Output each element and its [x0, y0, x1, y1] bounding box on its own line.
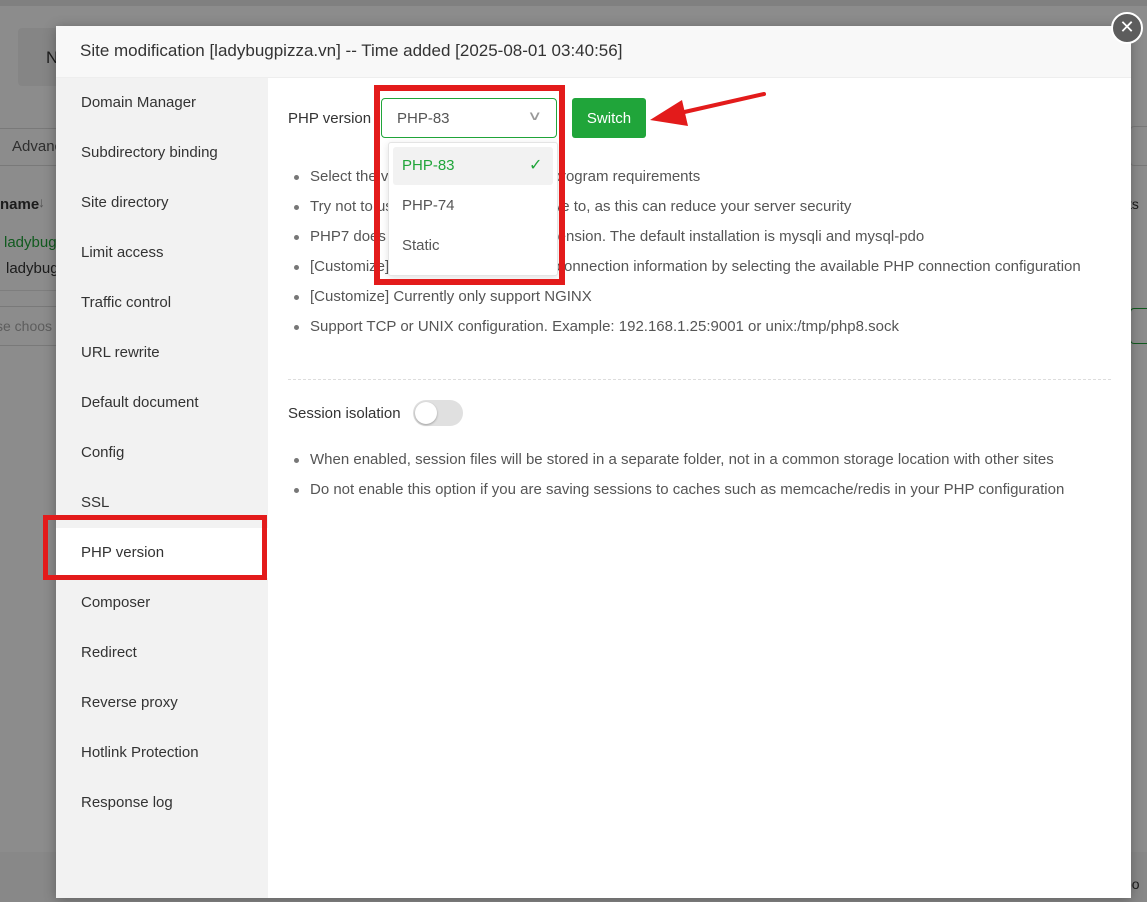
modal-title: Site modification [ladybugpizza.vn] -- T…	[80, 41, 623, 60]
sidebar-item-url-rewrite[interactable]: URL rewrite	[56, 328, 268, 378]
list-item: Do not enable this option if you are sav…	[288, 475, 1111, 505]
sidebar-item-composer[interactable]: Composer	[56, 578, 268, 628]
session-isolation-label: Session isolation	[288, 405, 401, 422]
session-isolation-toggle[interactable]	[413, 400, 463, 426]
list-item: When enabled, session files will be stor…	[288, 445, 1111, 475]
toggle-knob	[415, 402, 437, 424]
sidebar-item-reverse-proxy[interactable]: Reverse proxy	[56, 678, 268, 728]
php-version-label: PHP version	[288, 110, 372, 127]
sidebar-item-limit-access[interactable]: Limit access	[56, 228, 268, 278]
annotation-arrow-icon	[650, 92, 766, 126]
list-item: Support TCP or UNIX configuration. Examp…	[288, 312, 1111, 342]
site-modification-modal: Site modification [ladybugpizza.vn] -- T…	[56, 26, 1131, 898]
sidebar-item-domain-manager[interactable]: Domain Manager	[56, 78, 268, 128]
modal-header: Site modification [ladybugpizza.vn] -- T…	[56, 26, 1131, 78]
annotation-highlight-dropdown	[374, 85, 565, 285]
sidebar-item-hotlink-protection[interactable]: Hotlink Protection	[56, 728, 268, 778]
sidebar-item-default-document[interactable]: Default document	[56, 378, 268, 428]
session-notes-list: When enabled, session files will be stor…	[288, 445, 1111, 505]
sidebar-item-config[interactable]: Config	[56, 428, 268, 478]
sidebar-item-site-directory[interactable]: Site directory	[56, 178, 268, 228]
close-icon[interactable]: ✕	[1111, 12, 1143, 44]
list-item: [Customize] Currently only support NGINX	[288, 282, 1111, 312]
sidebar-item-traffic-control[interactable]: Traffic control	[56, 278, 268, 328]
annotation-highlight-php-version	[43, 515, 267, 580]
sidebar-item-redirect[interactable]: Redirect	[56, 628, 268, 678]
modal-sidebar: Domain Manager Subdirectory binding Site…	[56, 78, 268, 898]
section-divider	[288, 379, 1111, 380]
sidebar-item-subdirectory-binding[interactable]: Subdirectory binding	[56, 128, 268, 178]
switch-button[interactable]: Switch	[572, 98, 646, 138]
sidebar-item-response-log[interactable]: Response log	[56, 778, 268, 828]
